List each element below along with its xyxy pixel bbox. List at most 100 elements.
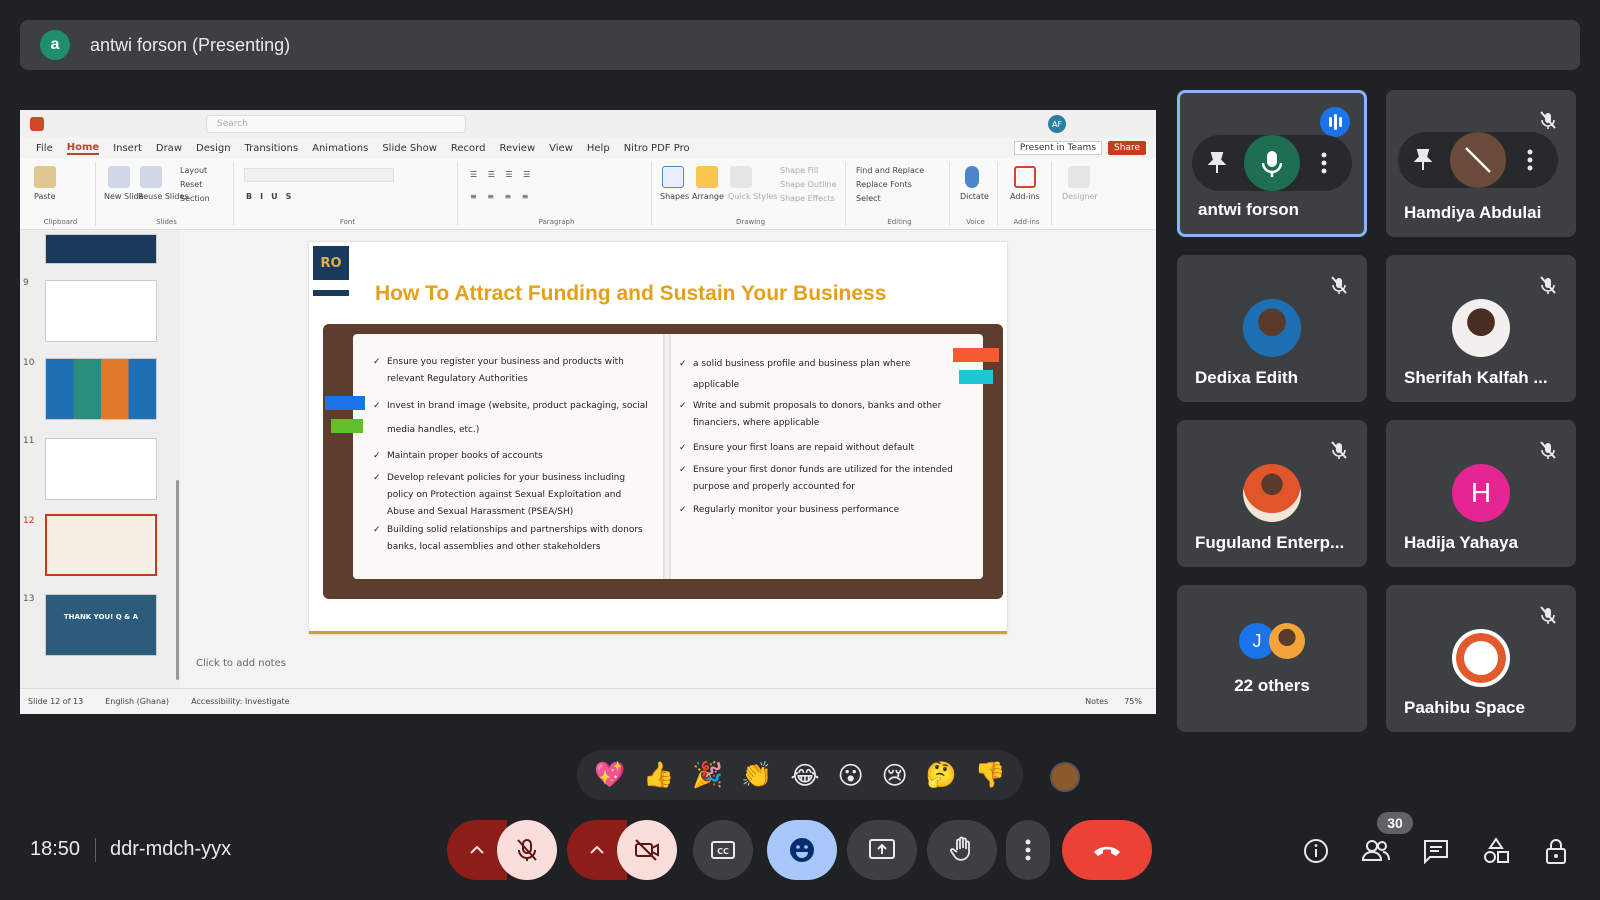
addins-group-label: Add-ins (1013, 218, 1040, 226)
participant-tile-hadija[interactable]: H Hadija Yahaya (1386, 420, 1576, 567)
new-slide-icon (108, 166, 130, 188)
more-options-icon[interactable] (1526, 148, 1534, 172)
menu-review: Review (499, 142, 536, 154)
presenter-banner: a antwi forson (Presenting) (20, 20, 1580, 70)
reuse-slides-icon (140, 166, 162, 188)
dictate-label: Dictate (960, 192, 989, 201)
participant-tile-sherifah[interactable]: Sherifah Kalfah ... (1386, 255, 1576, 402)
menu-record: Record (450, 142, 486, 154)
reaction-clap[interactable]: 👏 (741, 760, 772, 790)
host-controls-button[interactable] (1541, 836, 1571, 866)
menu-draw: Draw (155, 142, 182, 154)
pin-icon[interactable] (1412, 148, 1434, 172)
left-point: ✓ Develop relevant policies for your busi… (373, 473, 626, 517)
section-label: Section (180, 194, 210, 203)
menu-animations: Animations (312, 142, 369, 154)
captions-button[interactable]: CC (693, 820, 753, 880)
group-drawing: Shapes Arrange Quick Styles Shape Fill S… (656, 162, 846, 226)
font-name-box (244, 168, 394, 182)
participant-tile-paahibu[interactable]: Paahibu Space (1386, 585, 1576, 732)
pin-icon[interactable] (1206, 151, 1228, 175)
lock-person-icon (1546, 839, 1566, 864)
divider (95, 838, 96, 862)
present-button[interactable] (847, 820, 917, 880)
accessibility-status: Accessibility: Investigate (191, 697, 290, 706)
mic-off-icon (1540, 606, 1556, 624)
tile-controls (1398, 132, 1558, 188)
participant-tile-dedixa[interactable]: Dedixa Edith (1177, 255, 1367, 402)
reaction-thumbs-up[interactable]: 👍 (643, 760, 674, 790)
raise-hand-button[interactable] (927, 820, 997, 880)
participant-tile-hamdiya[interactable]: Hamdiya Abdulai (1386, 90, 1576, 237)
chat-button[interactable] (1421, 836, 1451, 866)
layout-label: Layout (180, 166, 208, 175)
slides-group-label: Slides (156, 218, 177, 226)
avatar (1452, 299, 1510, 357)
reaction-party[interactable]: 🎉 (692, 760, 723, 790)
leave-call-button[interactable] (1062, 820, 1152, 880)
avatar (1243, 299, 1301, 357)
ppt-titlebar: Search AF (20, 110, 1156, 138)
reaction-thumbs-down[interactable]: 👎 (975, 760, 1006, 790)
addins-icon (1014, 166, 1036, 188)
mic-off-icon (1540, 441, 1556, 459)
right-point: ✓ Regularly monitor your business perform… (679, 505, 900, 515)
slide-thumb-selected (45, 514, 157, 576)
shape-effects-label: Shape Effects (780, 194, 835, 203)
slide-thumb (45, 358, 157, 420)
group-font: BIUS Font (238, 162, 458, 226)
slide-logo: RO (313, 246, 349, 280)
reaction-sad[interactable]: 😢 (882, 761, 908, 790)
more-options-button[interactable] (1006, 820, 1050, 880)
ppt-statusbar: Slide 12 of 13 English (Ghana) Accessibi… (20, 688, 1156, 714)
right-point: ✓ a solid business profile and business p… (679, 359, 911, 390)
group-addins: Add-ins Add-ins (1002, 162, 1052, 226)
people-icon (1361, 840, 1390, 861)
reaction-thinking[interactable]: 🤔 (926, 760, 957, 790)
people-button[interactable] (1361, 836, 1391, 866)
current-slide: RO How To Attract Funding and Sustain Yo… (309, 242, 1007, 634)
present-screen-icon (869, 839, 895, 859)
avatar (1243, 464, 1301, 522)
notes-placeholder: Click to add notes (196, 658, 286, 669)
mic-toggle-button[interactable] (497, 820, 557, 880)
more-vert-icon (1025, 839, 1031, 861)
speaking-indicator-icon (1320, 107, 1350, 137)
more-options-icon[interactable] (1320, 151, 1328, 175)
presenter-label: antwi forson (Presenting) (90, 34, 291, 55)
reaction-surprised[interactable]: 😮 (838, 761, 864, 790)
reaction-laugh[interactable]: 😂 (790, 761, 819, 790)
mic-off-icon (1331, 441, 1347, 459)
participant-name: Hadija Yahaya (1404, 533, 1519, 552)
paragraph-buttons: ☰ ☰ ☰ ☰ (470, 170, 535, 179)
participant-name: Fuguland Enterp... (1195, 533, 1345, 552)
left-point: ✓ Building solid relationships and partne… (373, 525, 643, 552)
participant-tile-antwi-forson[interactable]: antwi forson (1177, 90, 1367, 237)
shape-outline-label: Shape Outline (780, 180, 837, 189)
menu-design: Design (196, 142, 231, 154)
reaction-heart[interactable]: 💖 (594, 760, 625, 790)
meeting-info-button[interactable] (1301, 836, 1331, 866)
clipboard-group-label: Clipboard (43, 218, 78, 226)
bookmark-orange (953, 348, 999, 362)
svg-text:CC: CC (717, 847, 729, 856)
participant-name: Paahibu Space (1404, 698, 1525, 717)
menu-home: Home (66, 141, 100, 155)
hand-icon (950, 836, 970, 861)
reactions-button[interactable] (767, 820, 837, 880)
participant-tile-fuguland[interactable]: Fuguland Enterp... (1177, 420, 1367, 567)
participant-name: Sherifah Kalfah ... (1404, 368, 1548, 387)
arrange-icon (696, 166, 718, 188)
replace-fonts-label: Replace Fonts (856, 180, 912, 189)
camera-toggle-button[interactable] (617, 820, 677, 880)
paste-icon (34, 166, 56, 188)
hang-up-icon (1094, 846, 1120, 856)
slide-counter: Slide 12 of 13 (28, 697, 84, 706)
mic-off-icon (1540, 111, 1556, 129)
mic-active-icon[interactable] (1244, 135, 1300, 191)
skin-tone-selector[interactable] (1050, 762, 1080, 792)
participant-tile-others[interactable]: J 22 others (1177, 585, 1367, 732)
thumb-number: 9 (23, 278, 29, 288)
mic-off-icon (517, 839, 537, 861)
activities-button[interactable] (1481, 836, 1511, 866)
